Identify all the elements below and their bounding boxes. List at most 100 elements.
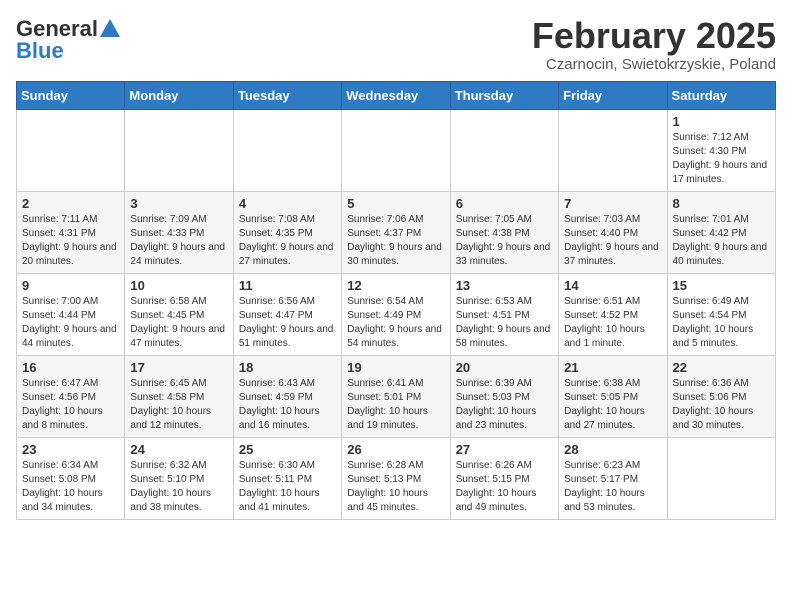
calendar-cell: 5 Sunrise: 7:06 AM Sunset: 4:37 PM Daylig… [342,191,450,273]
calendar-cell: 12 Sunrise: 6:54 AM Sunset: 4:49 PM Dayli… [342,273,450,355]
calendar-cell: 21 Sunrise: 6:38 AM Sunset: 5:05 PM Dayli… [559,355,667,437]
day-info: Sunrise: 7:01 AM Sunset: 4:42 PM Dayligh… [673,213,770,269]
calendar-cell [559,109,667,191]
calendar-week-4: 16 Sunrise: 6:47 AM Sunset: 4:56 PM Dayli… [17,355,776,437]
calendar-cell: 19 Sunrise: 6:41 AM Sunset: 5:01 PM Dayli… [342,355,450,437]
day-number: 23 [22,442,119,457]
day-info: Sunrise: 6:43 AM Sunset: 4:59 PM Dayligh… [239,377,336,433]
calendar-cell: 8 Sunrise: 7:01 AM Sunset: 4:42 PM Daylig… [667,191,775,273]
calendar-cell: 14 Sunrise: 6:51 AM Sunset: 4:52 PM Dayli… [559,273,667,355]
day-number: 3 [130,196,227,211]
day-info: Sunrise: 6:51 AM Sunset: 4:52 PM Dayligh… [564,295,661,351]
calendar-cell: 1Sunrise: 7:12 AM Sunset: 4:30 PM Daylig… [667,109,775,191]
calendar-cell: 6 Sunrise: 7:05 AM Sunset: 4:38 PM Daylig… [450,191,558,273]
day-number: 14 [564,278,661,293]
calendar-cell: 2 Sunrise: 7:11 AM Sunset: 4:31 PM Daylig… [17,191,125,273]
day-number: 22 [673,360,770,375]
calendar-cell: 20 Sunrise: 6:39 AM Sunset: 5:03 PM Dayli… [450,355,558,437]
day-info: Sunrise: 6:54 AM Sunset: 4:49 PM Dayligh… [347,295,444,351]
calendar-cell [233,109,341,191]
logo: General Blue [16,16,120,64]
calendar-cell: 4 Sunrise: 7:08 AM Sunset: 4:35 PM Daylig… [233,191,341,273]
day-info: Sunrise: 6:38 AM Sunset: 5:05 PM Dayligh… [564,377,661,433]
day-number: 19 [347,360,444,375]
calendar-cell: 23 Sunrise: 6:34 AM Sunset: 5:08 PM Dayli… [17,437,125,519]
day-number: 17 [130,360,227,375]
title-area: February 2025 Czarnocin, Swietokrzyskie,… [532,16,776,73]
day-number: 21 [564,360,661,375]
day-info: Sunrise: 6:53 AM Sunset: 4:51 PM Dayligh… [456,295,553,351]
day-info: Sunrise: 7:12 AM Sunset: 4:30 PM Dayligh… [673,131,770,187]
calendar-cell [342,109,450,191]
day-number: 5 [347,196,444,211]
calendar-cell: 27 Sunrise: 6:26 AM Sunset: 5:15 PM Dayli… [450,437,558,519]
calendar-cell: 9Sunrise: 7:00 AM Sunset: 4:44 PM Daylig… [17,273,125,355]
day-number: 6 [456,196,553,211]
day-info: Sunrise: 7:06 AM Sunset: 4:37 PM Dayligh… [347,213,444,269]
calendar-week-5: 23 Sunrise: 6:34 AM Sunset: 5:08 PM Dayli… [17,437,776,519]
day-number: 11 [239,278,336,293]
day-number: 4 [239,196,336,211]
calendar-cell: 26 Sunrise: 6:28 AM Sunset: 5:13 PM Dayli… [342,437,450,519]
day-info: Sunrise: 6:49 AM Sunset: 4:54 PM Dayligh… [673,295,770,351]
day-number: 10 [130,278,227,293]
day-info: Sunrise: 6:45 AM Sunset: 4:58 PM Dayligh… [130,377,227,433]
calendar-cell [667,437,775,519]
calendar-cell: 16 Sunrise: 6:47 AM Sunset: 4:56 PM Dayli… [17,355,125,437]
calendar-cell [125,109,233,191]
day-of-week-wednesday: Wednesday [342,81,450,109]
day-info: Sunrise: 6:58 AM Sunset: 4:45 PM Dayligh… [130,295,227,351]
calendar-cell: 3Sunrise: 7:09 AM Sunset: 4:33 PM Daylig… [125,191,233,273]
calendar-cell: 28Sunrise: 6:23 AM Sunset: 5:17 PM Dayli… [559,437,667,519]
day-info: Sunrise: 6:32 AM Sunset: 5:10 PM Dayligh… [130,459,227,515]
day-of-week-sunday: Sunday [17,81,125,109]
day-of-week-friday: Friday [559,81,667,109]
day-number: 25 [239,442,336,457]
day-number: 26 [347,442,444,457]
day-info: Sunrise: 6:26 AM Sunset: 5:15 PM Dayligh… [456,459,553,515]
day-of-week-tuesday: Tuesday [233,81,341,109]
day-info: Sunrise: 6:56 AM Sunset: 4:47 PM Dayligh… [239,295,336,351]
day-number: 8 [673,196,770,211]
day-info: Sunrise: 6:39 AM Sunset: 5:03 PM Dayligh… [456,377,553,433]
day-info: Sunrise: 6:41 AM Sunset: 5:01 PM Dayligh… [347,377,444,433]
calendar-cell [17,109,125,191]
day-number: 13 [456,278,553,293]
calendar-cell: 13 Sunrise: 6:53 AM Sunset: 4:51 PM Dayli… [450,273,558,355]
day-info: Sunrise: 6:23 AM Sunset: 5:17 PM Dayligh… [564,459,661,515]
calendar-cell: 22 Sunrise: 6:36 AM Sunset: 5:06 PM Dayli… [667,355,775,437]
day-number: 2 [22,196,119,211]
day-number: 27 [456,442,553,457]
calendar-cell: 10 Sunrise: 6:58 AM Sunset: 4:45 PM Dayli… [125,273,233,355]
day-number: 16 [22,360,119,375]
day-info: Sunrise: 6:36 AM Sunset: 5:06 PM Dayligh… [673,377,770,433]
day-number: 24 [130,442,227,457]
calendar-week-3: 9Sunrise: 7:00 AM Sunset: 4:44 PM Daylig… [17,273,776,355]
day-info: Sunrise: 7:11 AM Sunset: 4:31 PM Dayligh… [22,213,119,269]
location-subtitle: Czarnocin, Swietokrzyskie, Poland [532,56,776,73]
month-title: February 2025 [532,16,776,56]
day-number: 7 [564,196,661,211]
day-of-week-monday: Monday [125,81,233,109]
day-info: Sunrise: 7:05 AM Sunset: 4:38 PM Dayligh… [456,213,553,269]
day-of-week-saturday: Saturday [667,81,775,109]
day-info: Sunrise: 7:03 AM Sunset: 4:40 PM Dayligh… [564,213,661,269]
day-number: 12 [347,278,444,293]
day-info: Sunrise: 6:28 AM Sunset: 5:13 PM Dayligh… [347,459,444,515]
day-info: Sunrise: 7:00 AM Sunset: 4:44 PM Dayligh… [22,295,119,351]
calendar-header-row: SundayMondayTuesdayWednesdayThursdayFrid… [17,81,776,109]
day-number: 18 [239,360,336,375]
day-info: Sunrise: 6:34 AM Sunset: 5:08 PM Dayligh… [22,459,119,515]
day-info: Sunrise: 6:30 AM Sunset: 5:11 PM Dayligh… [239,459,336,515]
day-info: Sunrise: 7:08 AM Sunset: 4:35 PM Dayligh… [239,213,336,269]
calendar-cell: 25 Sunrise: 6:30 AM Sunset: 5:11 PM Dayli… [233,437,341,519]
day-of-week-thursday: Thursday [450,81,558,109]
calendar-cell: 18 Sunrise: 6:43 AM Sunset: 4:59 PM Dayli… [233,355,341,437]
page-header: General Blue February 2025 Czarnocin, Sw… [16,16,776,73]
day-info: Sunrise: 6:47 AM Sunset: 4:56 PM Dayligh… [22,377,119,433]
calendar-week-1: 1Sunrise: 7:12 AM Sunset: 4:30 PM Daylig… [17,109,776,191]
calendar-cell: 11 Sunrise: 6:56 AM Sunset: 4:47 PM Dayli… [233,273,341,355]
calendar-cell [450,109,558,191]
day-number: 20 [456,360,553,375]
calendar-cell: 15Sunrise: 6:49 AM Sunset: 4:54 PM Dayli… [667,273,775,355]
